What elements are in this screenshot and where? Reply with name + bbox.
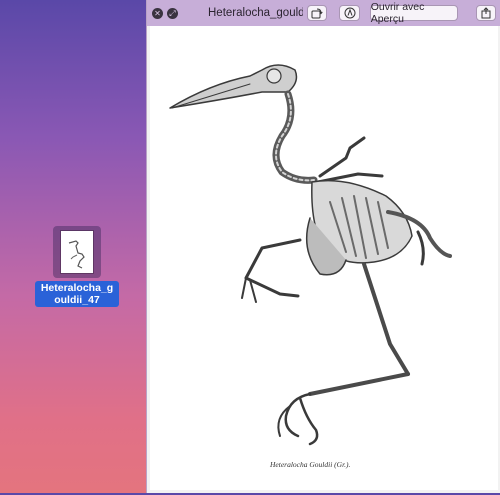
file-thumbnail: [53, 226, 101, 278]
file-icon-label: Heteralocha_gouldii_47: [35, 281, 119, 307]
close-icon[interactable]: ✕: [152, 7, 163, 19]
share-button[interactable]: [475, 5, 496, 21]
quicklook-window: ✕ ⤢ Heteralocha_gouldii_47 Ouvrir avec A…: [146, 0, 500, 493]
open-with-preview-button[interactable]: Ouvrir avec Aperçu: [369, 1, 458, 25]
markup-pen-icon: [344, 7, 356, 19]
figure-caption: Heteralocha Gouldii (Gr.).: [270, 460, 351, 469]
rotate-button[interactable]: [307, 5, 328, 21]
markup-button[interactable]: [339, 5, 360, 21]
rotate-icon: [311, 8, 323, 18]
window-titlebar: ✕ ⤢ Heteralocha_gouldii_47 Ouvrir avec A…: [147, 0, 500, 26]
fullscreen-icon[interactable]: ⤢: [167, 7, 178, 19]
desktop-file-icon[interactable]: Heteralocha_gouldii_47: [34, 226, 120, 307]
document-preview: Heteralocha Gouldii (Gr.).: [150, 26, 498, 490]
share-icon: [481, 7, 491, 19]
bird-skeleton-illustration: [169, 64, 452, 446]
window-title: Heteralocha_gouldii_47: [208, 7, 304, 19]
